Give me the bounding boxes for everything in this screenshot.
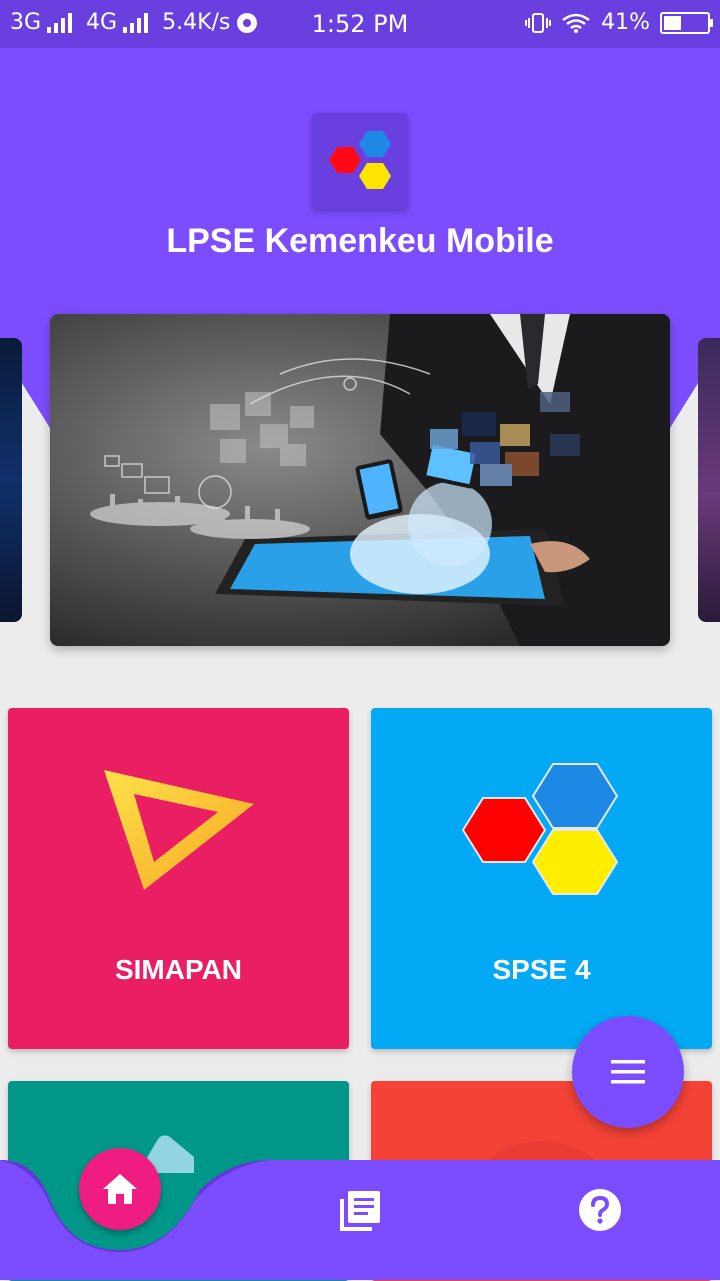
status-bar: 3G 4G 5.4K/s 1:52 PM 41%	[0, 0, 720, 48]
app-title: LPSE Kemenkeu Mobile	[166, 222, 554, 260]
hexagon-logo-icon	[461, 763, 619, 895]
nav-library-button[interactable]	[336, 1188, 384, 1232]
menu-icon	[611, 1060, 645, 1084]
carousel-next-slide[interactable]	[698, 338, 720, 622]
tile-label-spse4: SPSE 4	[492, 954, 591, 985]
menu-fab-button[interactable]	[572, 1016, 684, 1128]
banner-image	[90, 314, 670, 646]
tile-label-simapan: SIMAPAN	[114, 954, 243, 985]
wifi-icon	[562, 13, 590, 33]
app-logo	[312, 113, 408, 209]
menu-tile-spse4[interactable]: SPSE 4	[371, 708, 712, 1049]
battery-percent: 41%	[601, 10, 650, 35]
battery-icon	[660, 11, 713, 34]
hexagon-logo-icon	[329, 131, 391, 189]
library-books-icon	[340, 1191, 380, 1231]
triangle-logo-icon	[104, 770, 254, 890]
carousel-banner[interactable]	[50, 314, 670, 646]
nav-help-button[interactable]	[578, 1188, 622, 1232]
help-icon	[579, 1189, 621, 1231]
status-right: 41%	[525, 10, 713, 35]
home-icon	[103, 1174, 137, 1204]
nav-home-button[interactable]	[79, 1148, 161, 1230]
carousel-prev-slide[interactable]	[0, 338, 22, 622]
vibrate-icon	[525, 12, 552, 33]
menu-tile-simapan[interactable]: SIMAPAN	[8, 708, 349, 1049]
